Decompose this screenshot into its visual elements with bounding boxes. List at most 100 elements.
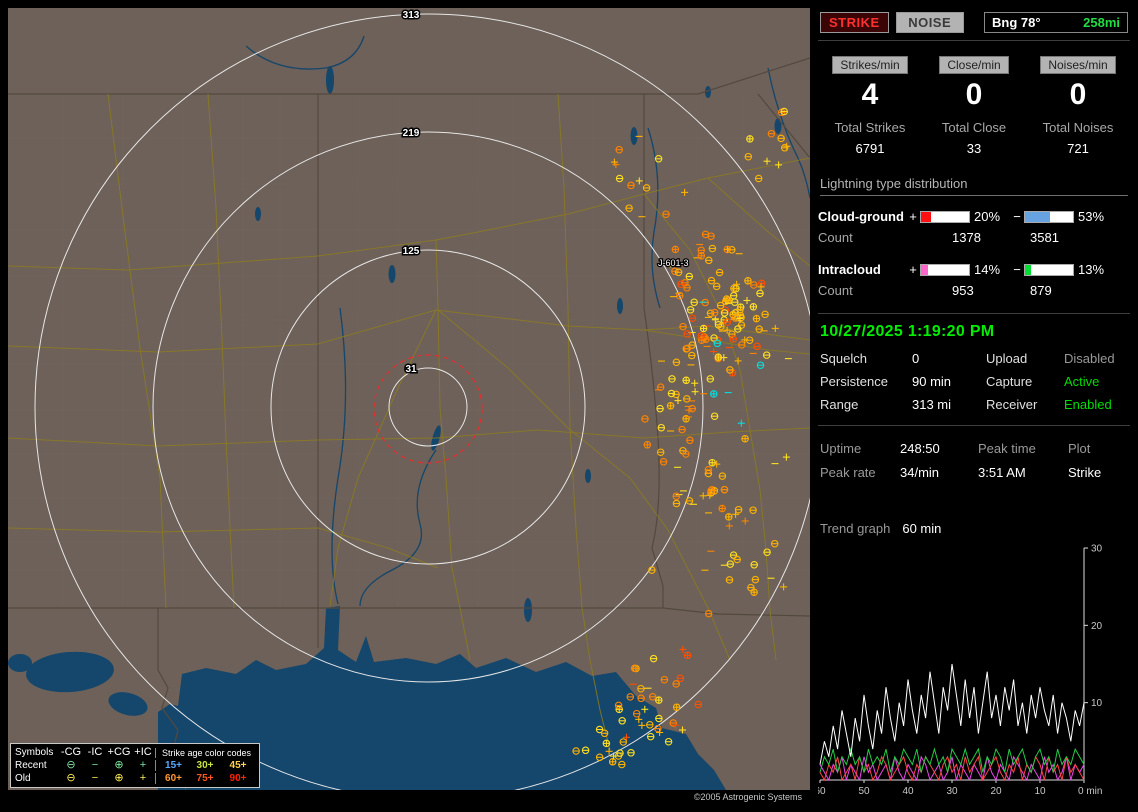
uptime-value: 248:50 (900, 441, 940, 456)
cg-minus-count: 3581 (1030, 230, 1059, 245)
legend-col-pos-ic: +IC (134, 746, 152, 758)
divider (818, 40, 1130, 41)
legend-symbol: − (91, 772, 99, 784)
datetime-display: 10/27/2025 1:19:20 PM (820, 323, 995, 340)
capture-label: Capture (986, 374, 1033, 389)
range-value: 313 mi (912, 397, 952, 412)
peak-time-value: 3:51 AM (978, 465, 1026, 480)
legend-symbol: ⊕ (114, 772, 124, 784)
strike-indicator[interactable]: STRIKE (820, 12, 889, 33)
close-per-min-value: 0 (965, 78, 983, 111)
ic-plus-count: 953 (952, 283, 974, 298)
divider (818, 425, 1130, 426)
plus-sign: + (909, 262, 917, 277)
total-close-value: 33 (966, 141, 982, 156)
intracloud-label: Intracloud (818, 262, 881, 277)
intracloud-row: Intracloud + 14% − 13% (818, 262, 1130, 277)
cg-minus-percent: 53% (1078, 209, 1105, 224)
cg-plus-percent: 20% (974, 209, 1001, 224)
svg-text:40: 40 (902, 786, 914, 797)
ic-count-row: Count 953 879 (818, 283, 1130, 298)
svg-text:30: 30 (946, 786, 958, 797)
ring-label-313: 313 (403, 10, 420, 21)
svg-text:10: 10 (1034, 786, 1046, 797)
cg-plus-bar (920, 210, 970, 223)
legend-symbols-header: Symbols (15, 747, 54, 758)
close-per-min-button[interactable]: Close/min (939, 56, 1009, 74)
control-panel: STRIKE NOISE Bng 78° 258mi Strikes/min 4… (818, 8, 1130, 804)
cloud-ground-label: Cloud-ground (818, 209, 904, 224)
legend-symbol: + (139, 772, 147, 784)
legend-age-label: 15+ (155, 760, 189, 771)
plus-sign: + (909, 209, 917, 224)
minus-sign: − (1013, 262, 1021, 277)
legend-recent-row: Recent ⊖ − ⊕ + 15+ 30+ 45+ (15, 759, 255, 772)
rate-counters: Strikes/min 4 Total Strikes 6791 Close/m… (818, 56, 1130, 156)
trend-graph: 30 20 10 60 50 40 30 20 10 0 min (818, 542, 1118, 804)
svg-text:0 min: 0 min (1078, 786, 1102, 797)
total-noises-label: Total Noises (1042, 120, 1114, 135)
legend-col-neg-ic: -IC (87, 746, 103, 758)
uptime-label: Uptime (820, 441, 862, 456)
ring-label-125: 125 (403, 246, 420, 257)
legend-col-pos-cg: +CG (107, 746, 131, 758)
indicator-row: STRIKE NOISE Bng 78° 258mi (818, 8, 1130, 35)
legend-age-header: Strike age color codes (155, 747, 255, 758)
legend-symbol: + (139, 759, 147, 771)
legend-age-label: 75+ (196, 773, 214, 784)
ic-plus-percent: 14% (974, 262, 1001, 277)
copyright-text: ©2005 Astrogenic Systems (8, 790, 810, 804)
legend-col-neg-cg: -CG (60, 746, 82, 758)
legend-row-label: Old (15, 773, 31, 784)
trend-header: Trend graph 60 min (820, 521, 1128, 536)
total-close-label: Total Close (941, 120, 1007, 135)
persistence-label: Persistence (820, 374, 888, 389)
legend-symbol: ⊖ (66, 759, 76, 771)
legend-age-label: 45+ (229, 760, 247, 771)
stats-grid: Uptime 248:50 Peak time Plot Peak rate 3… (820, 441, 1128, 480)
capture-status: Active (1064, 374, 1100, 389)
plot-value: Strike (1068, 465, 1102, 480)
legend-age-label: 90+ (229, 773, 247, 784)
persistence-value: 90 min (912, 374, 952, 389)
receiver-status: Enabled (1064, 397, 1112, 412)
trend-section: Trend graph 60 min 30 20 10 60 50 40 30 20 10 0 m… (818, 521, 1130, 804)
peak-rate-value: 34/min (900, 465, 940, 480)
ic-minus-bar (1024, 263, 1074, 276)
total-noises-value: 721 (1067, 141, 1089, 156)
noise-indicator[interactable]: NOISE (895, 12, 964, 33)
distribution-title: Lightning type distribution (820, 176, 1128, 196)
cg-count-row: Count 1378 3581 (818, 230, 1130, 245)
ic-minus-count: 879 (1030, 283, 1052, 298)
svg-text:20: 20 (990, 786, 1002, 797)
ic-minus-percent: 13% (1078, 262, 1105, 277)
squelch-value: 0 (912, 351, 920, 366)
svg-text:20: 20 (1091, 621, 1103, 632)
noises-per-min-button[interactable]: Noises/min (1040, 56, 1116, 74)
svg-text:60: 60 (818, 786, 826, 797)
strikes-per-min-value: 4 (861, 78, 879, 111)
peak-time-label: Peak time (978, 441, 1036, 456)
lightning-map[interactable]: 313 219 125 31 J-601-3 Symbols -CG -IC +… (8, 8, 810, 804)
ic-plus-bar (920, 263, 970, 276)
receiver-label: Receiver (986, 397, 1038, 412)
cg-minus-bar (1024, 210, 1074, 223)
bearing-label: Bng 78° (992, 15, 1041, 30)
legend-age-label: 60+ (155, 773, 189, 784)
noises-column: Noises/min 0 Total Noises 721 (1026, 56, 1130, 156)
squelch-label: Squelch (820, 351, 867, 366)
map-legend: Symbols -CG -IC +CG +IC Strike age color… (10, 743, 260, 788)
legend-symbol: − (91, 759, 99, 771)
trend-window-value: 60 min (902, 521, 942, 536)
legend-header-row: Symbols -CG -IC +CG +IC Strike age color… (15, 746, 255, 759)
count-label: Count (818, 283, 853, 298)
peak-rate-label: Peak rate (820, 465, 876, 480)
legend-row-label: Recent (15, 760, 47, 771)
map-canvas[interactable]: 313 219 125 31 J-601-3 (8, 8, 810, 790)
ring-label-219: 219 (403, 128, 420, 139)
status-grid: Squelch 0 Upload Disabled Persistence 90… (820, 351, 1128, 412)
strikes-per-min-button[interactable]: Strikes/min (832, 56, 908, 74)
legend-symbol: ⊖ (66, 772, 76, 784)
upload-status: Disabled (1064, 351, 1115, 366)
bearing-distance: 258mi (1083, 15, 1120, 30)
